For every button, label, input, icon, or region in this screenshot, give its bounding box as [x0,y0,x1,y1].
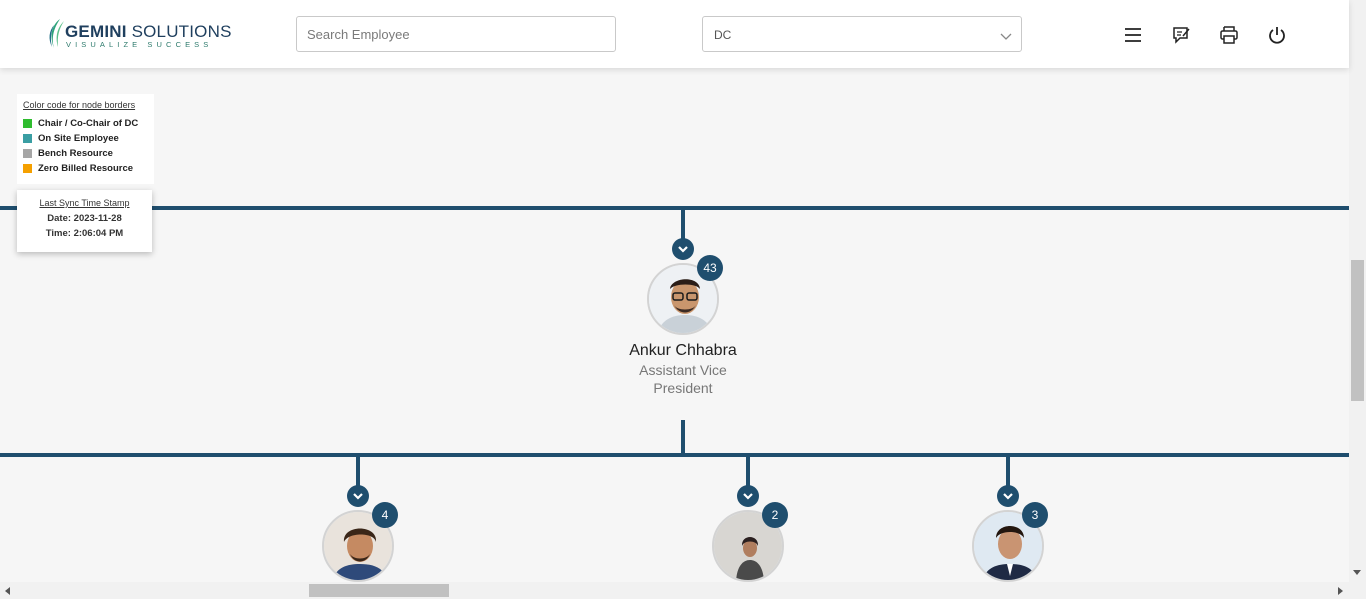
menu-icon[interactable] [1122,24,1144,46]
scroll-left-arrow-icon[interactable] [5,587,10,595]
child-count-badge: 2 [762,502,788,528]
legend-item: On Site Employee [23,131,154,146]
logo-tagline: VISUALIZE SUCCESS [66,40,213,49]
legend-item-label: Chair / Co-Chair of DC [38,118,139,129]
legend-item: Bench Resource [23,146,154,161]
root-employee-title-line1: Assistant Vice [639,362,727,378]
chevron-down-icon [353,493,363,500]
root-employee-name: Ankur Chhabra [629,342,737,359]
root-expand-button[interactable] [672,238,694,260]
horizontal-scrollbar[interactable] [0,582,1349,599]
legend-swatch [23,164,32,173]
gemini-logo[interactable]: GEMINI SOLUTIONS VISUALIZE SUCCESS [46,17,231,51]
chevron-down-icon [1000,33,1012,40]
tree-connector-top [0,206,1349,210]
legend-item-label: Zero Billed Resource [38,163,134,174]
print-icon[interactable] [1218,24,1240,46]
legend-swatch [23,134,32,143]
dc-dropdown[interactable]: DC [702,16,1022,52]
tree-connector-root-down [681,420,685,456]
logo-wordmark: GEMINI SOLUTIONS [65,22,232,41]
root-descendant-count-badge: 43 [697,255,723,281]
chevron-down-icon [743,493,753,500]
child-count-badge: 4 [372,502,398,528]
chevron-down-icon [1003,493,1013,500]
legend-item-label: Bench Resource [38,148,113,159]
sync-date: Date: 2023-11-28 [47,213,122,224]
tree-connector-child [1006,453,1010,489]
search-employee-input[interactable] [296,16,616,52]
vertical-scrollbar-thumb[interactable] [1351,260,1364,401]
scroll-right-arrow-icon[interactable] [1338,587,1343,595]
sync-timestamp-card: Last Sync Time Stamp Date: 2023-11-28 Ti… [17,190,152,252]
child-expand-button[interactable] [737,485,759,507]
child-expand-button[interactable] [997,485,1019,507]
sync-time: Time: 2:06:04 PM [45,228,124,239]
app-header: GEMINI SOLUTIONS VISUALIZE SUCCESS DC [0,0,1349,68]
dropdown-selected-value: DC [714,28,732,42]
horizontal-scrollbar-thumb[interactable] [309,584,449,597]
legend-item: Chair / Co-Chair of DC [23,116,154,131]
tree-connector-children [0,453,1349,457]
scroll-down-arrow-icon[interactable] [1353,570,1361,575]
tree-connector-child [356,453,360,489]
legend-item-label: On Site Employee [38,133,119,144]
feedback-icon[interactable] [1170,24,1192,46]
sync-title: Last Sync Time Stamp [39,198,130,208]
child-count-badge: 3 [1022,502,1048,528]
legend-title: Color code for node borders [23,100,136,110]
legend-swatch [23,149,32,158]
tree-connector-root-up [681,206,685,242]
power-icon[interactable] [1266,24,1288,46]
tree-connector-child [746,453,750,489]
color-legend: Color code for node borders Chair / Co-C… [17,94,154,184]
legend-swatch [23,119,32,128]
chevron-down-icon [678,246,688,253]
child-expand-button[interactable] [347,485,369,507]
scrollbar-corner [1349,582,1366,599]
legend-item: Zero Billed Resource [23,161,154,176]
root-employee-title-line2: President [653,380,713,396]
